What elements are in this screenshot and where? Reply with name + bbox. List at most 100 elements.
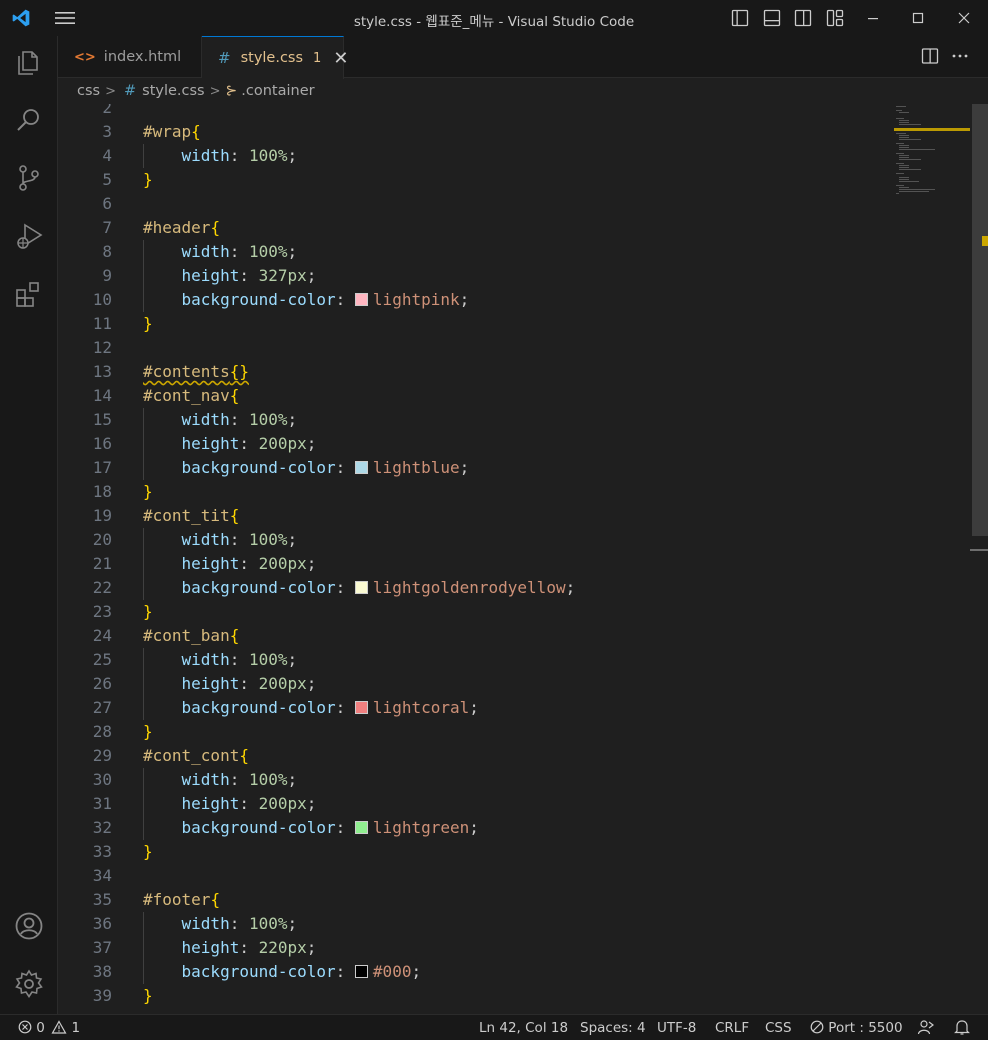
code-line[interactable]: 21 height: 200px;: [58, 552, 958, 576]
breadcrumb-symbol[interactable]: .container: [241, 83, 314, 99]
css-property: width: [181, 146, 230, 165]
line-number: 28: [92, 722, 112, 741]
code-line[interactable]: 2: [58, 104, 958, 120]
css-property: width: [181, 770, 230, 789]
split-editor-icon[interactable]: [920, 46, 940, 66]
color-swatch[interactable]: [354, 581, 368, 594]
end-of-line[interactable]: CRLF: [715, 1020, 749, 1036]
code-line[interactable]: 25 width: 100%;: [58, 648, 958, 672]
language-mode[interactable]: CSS: [765, 1020, 792, 1036]
color-swatch[interactable]: [354, 821, 368, 834]
code-line[interactable]: 33}: [58, 840, 958, 864]
cursor-position[interactable]: Ln 42, Col 18: [479, 1020, 568, 1036]
code-line[interactable]: 31 height: 200px;: [58, 792, 958, 816]
code-line[interactable]: 14 #cont_nav{: [58, 384, 958, 408]
code-line[interactable]: 32 background-color: lightgreen;: [58, 816, 958, 840]
problems-indicator[interactable]: 0 1: [18, 1020, 80, 1036]
code-line[interactable]: 6: [58, 192, 958, 216]
code-line[interactable]: 15 width: 100%;: [58, 408, 958, 432]
code-line[interactable]: 24 #cont_ban{: [58, 624, 958, 648]
encoding[interactable]: UTF-8: [657, 1020, 696, 1036]
accounts-icon[interactable]: [13, 910, 45, 942]
minimize-icon[interactable]: [861, 6, 885, 30]
more-actions-icon[interactable]: [950, 46, 970, 66]
search-icon[interactable]: [13, 104, 45, 136]
css-value: 200px: [258, 554, 307, 573]
breadcrumb-folder[interactable]: css: [77, 83, 100, 99]
line-number: 38: [92, 962, 112, 981]
css-value: lightgoldenrodyellow: [372, 578, 566, 597]
code-text: #contents{}: [143, 360, 249, 384]
toggle-primary-sidebar-icon[interactable]: [730, 8, 750, 28]
code-text: #cont_cont{: [143, 744, 249, 768]
code-line[interactable]: 30 width: 100%;: [58, 768, 958, 792]
run-and-debug-icon[interactable]: [13, 220, 45, 252]
code-line[interactable]: 23}: [58, 600, 958, 624]
code-line[interactable]: 18}: [58, 480, 958, 504]
code-line[interactable]: 34: [58, 864, 958, 888]
selector-name: #contents: [143, 362, 230, 381]
code-line[interactable]: 16 height: 200px;: [58, 432, 958, 456]
chevron-right-icon: >: [209, 83, 221, 99]
line-number: 20: [92, 530, 112, 549]
code-editor[interactable]: 2 3 #wrap{4 width: 100%; 5} 6 7 #header{8 widt…: [58, 104, 970, 1014]
explorer-icon[interactable]: [13, 46, 45, 78]
code-line[interactable]: 13 #contents{}: [58, 360, 958, 384]
code-line[interactable]: 37 height: 220px;: [58, 936, 958, 960]
semicolon: ;: [287, 146, 298, 165]
code-line[interactable]: 27 background-color: lightcoral;: [58, 696, 958, 720]
toggle-secondary-sidebar-icon[interactable]: [793, 8, 813, 28]
code-line[interactable]: 9 height: 327px;: [58, 264, 958, 288]
code-line[interactable]: 28}: [58, 720, 958, 744]
code-line[interactable]: 20 width: 100%;: [58, 528, 958, 552]
code-line[interactable]: 17 background-color: lightblue;: [58, 456, 958, 480]
tab-style-css[interactable]: # style.css 1 ✕: [202, 36, 348, 79]
indentation[interactable]: Spaces: 4: [580, 1020, 646, 1036]
code-line[interactable]: 35 #footer{: [58, 888, 958, 912]
tab-index-html[interactable]: <> index.html: [58, 36, 202, 78]
color-swatch[interactable]: [354, 461, 368, 474]
maximize-icon[interactable]: [906, 6, 930, 30]
indent-guide: [143, 648, 144, 672]
semicolon: ;: [287, 770, 298, 789]
code-line[interactable]: 11}: [58, 312, 958, 336]
live-share-icon[interactable]: [917, 1019, 935, 1036]
css-selector: #cont_cont{: [143, 746, 249, 765]
manage-gear-icon[interactable]: [13, 968, 45, 1000]
code-line[interactable]: 38 background-color: #000;: [58, 960, 958, 984]
source-control-icon[interactable]: [13, 162, 45, 194]
code-line[interactable]: 36 width: 100%;: [58, 912, 958, 936]
code-line[interactable]: 39}: [58, 984, 958, 1008]
notifications-bell-icon[interactable]: [954, 1019, 970, 1036]
toggle-panel-icon[interactable]: [762, 8, 782, 28]
indent-guide: [143, 456, 144, 480]
code-line[interactable]: 12: [58, 336, 958, 360]
close-brace: }: [143, 170, 153, 189]
code-line[interactable]: 19 #cont_tit{: [58, 504, 958, 528]
code-line[interactable]: 5}: [58, 168, 958, 192]
breadcrumb-file[interactable]: style.css: [142, 83, 204, 99]
color-swatch[interactable]: [354, 965, 368, 978]
code-text: background-color: lightblue;: [143, 456, 469, 480]
code-line[interactable]: 26 height: 200px;: [58, 672, 958, 696]
close-tab-icon[interactable]: ✕: [333, 48, 348, 69]
close-window-icon[interactable]: [952, 6, 976, 30]
code-line[interactable]: 3 #wrap{: [58, 120, 958, 144]
scrollbar-thumb[interactable]: [972, 104, 988, 536]
code-line[interactable]: 8 width: 100%;: [58, 240, 958, 264]
code-text: }: [143, 720, 153, 744]
code-line[interactable]: 10 background-color: lightpink;: [58, 288, 958, 312]
vertical-scrollbar[interactable]: [970, 104, 988, 1014]
extensions-icon[interactable]: [13, 278, 45, 310]
code-line[interactable]: 29 #cont_cont{: [58, 744, 958, 768]
code-line[interactable]: 7 #header{: [58, 216, 958, 240]
color-swatch[interactable]: [354, 293, 368, 306]
css-value: 200px: [258, 794, 307, 813]
code-line[interactable]: 22 background-color: lightgoldenrodyello…: [58, 576, 958, 600]
indent-guide: [143, 288, 144, 312]
customize-layout-icon[interactable]: [825, 8, 845, 28]
color-swatch[interactable]: [354, 701, 368, 714]
live-server-port[interactable]: Port : 5500: [810, 1020, 903, 1036]
code-line[interactable]: 4 width: 100%;: [58, 144, 958, 168]
minimap[interactable]: [892, 104, 972, 204]
